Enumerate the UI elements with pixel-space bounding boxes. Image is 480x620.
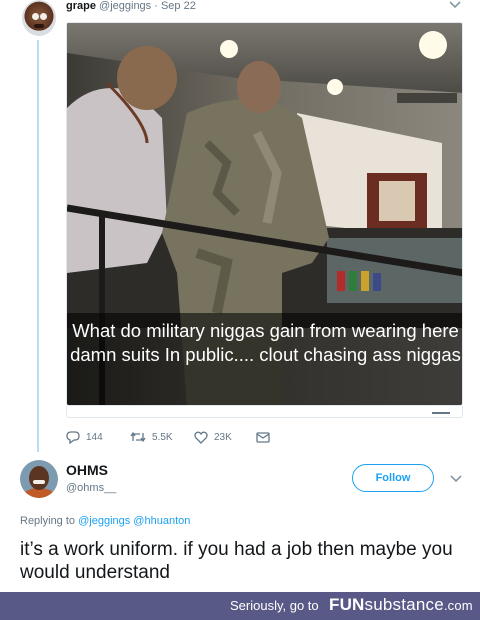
watermark-logo-tld: .com <box>443 598 473 613</box>
like-count: 23K <box>214 431 232 443</box>
envelope-icon <box>256 431 270 443</box>
tweet-author-avatar[interactable] <box>22 0 56 36</box>
reply-text: it’s a work uniform. if you had a job th… <box>20 539 453 583</box>
tweet-media-image[interactable]: What do military niggas gain from wearin… <box>66 22 463 406</box>
watermark-logo[interactable]: FUNsubstance.com <box>329 595 473 616</box>
retweet-icon <box>130 431 146 443</box>
avatar-mouth <box>34 24 44 28</box>
reply-author-avatar[interactable] <box>20 460 58 498</box>
heart-icon <box>194 431 208 444</box>
replying-to-prefix: Replying to <box>20 515 76 527</box>
watermark-prefix: Seriously, go to <box>230 598 319 613</box>
reply-icon <box>66 430 80 444</box>
tweet-author-handle[interactable]: @jeggings <box>99 0 151 12</box>
like-button[interactable]: 23K <box>194 428 232 446</box>
avatar-smile <box>33 480 45 484</box>
reply-button[interactable]: 144 <box>66 428 103 446</box>
replying-to-mentions[interactable]: @jeggings @hhuanton <box>78 515 190 527</box>
chevron-down-icon[interactable] <box>449 474 463 484</box>
direct-message-button[interactable] <box>256 428 276 446</box>
tweet-meta-separator: · <box>151 0 161 12</box>
avatar-eye <box>32 13 39 20</box>
tweet-actions: 144 5.5K 23K <box>66 428 306 446</box>
tweet-author-name[interactable]: grape <box>66 0 96 12</box>
avatar-head <box>29 466 49 490</box>
retweet-count: 5.5K <box>152 431 173 443</box>
media-grip-handle <box>432 412 450 414</box>
reply-count: 144 <box>86 431 103 443</box>
watermark-bar: Seriously, go to FUNsubstance.com <box>0 592 480 620</box>
thread-connector-line <box>37 40 39 452</box>
reply-author-handle[interactable]: @ohms__ <box>66 482 116 494</box>
watermark-logo-rest: substance <box>364 595 444 614</box>
watermark-logo-strong: FUN <box>329 595 365 614</box>
avatar-eye <box>40 13 47 20</box>
reply-author-name[interactable]: OHMS <box>66 462 108 478</box>
tweet-header: grape @jeggings · Sep 22 <box>66 0 196 12</box>
media-footer <box>66 406 463 418</box>
follow-button[interactable]: Follow <box>352 464 434 492</box>
tweet-timestamp[interactable]: Sep 22 <box>161 0 196 12</box>
retweet-button[interactable]: 5.5K <box>130 428 173 446</box>
chevron-down-icon[interactable] <box>448 0 462 10</box>
replying-to-line: Replying to @jeggings @hhuanton <box>20 515 190 527</box>
image-caption-text: What do military niggas gain from wearin… <box>70 320 461 365</box>
